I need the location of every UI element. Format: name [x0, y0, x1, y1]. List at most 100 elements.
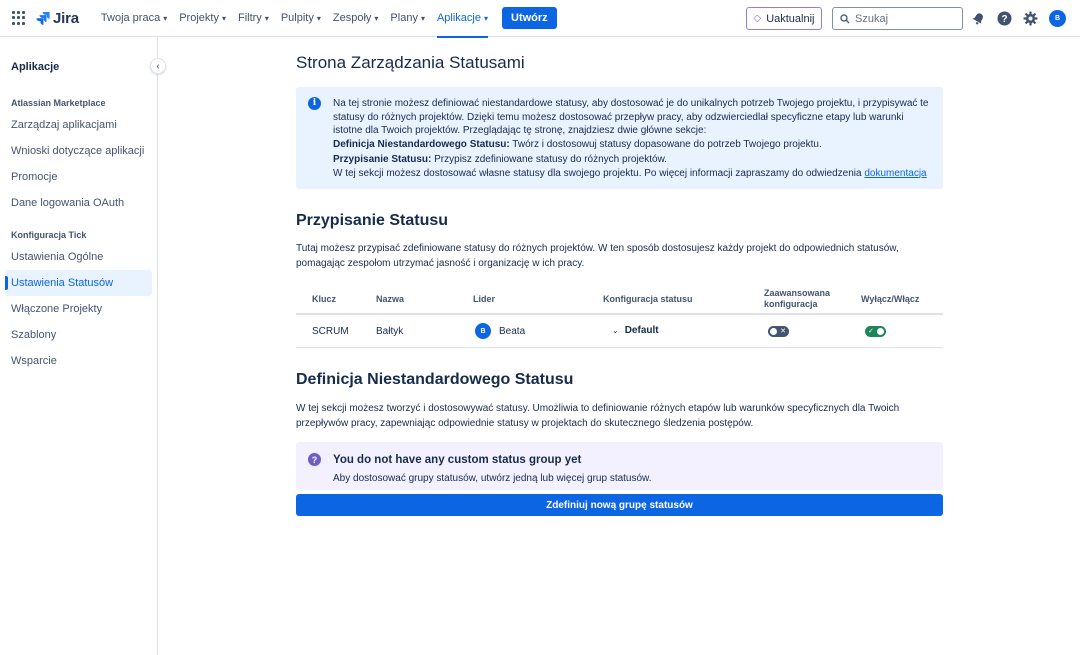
chevron-down-icon: ▾ — [420, 13, 425, 23]
info-icon: i — [308, 97, 321, 110]
nav-pulpity[interactable]: Pulpity ▾ — [275, 0, 327, 37]
sidebar-section-marketplace: Atlassian Marketplace — [11, 98, 106, 108]
documentation-link[interactable]: dokumentacja — [864, 168, 926, 179]
nav-label: Pulpity — [280, 12, 314, 24]
nav-label: Aplikacje — [436, 12, 481, 24]
status-config-select[interactable]: ⌄ Default — [612, 325, 659, 336]
column-advanced-config: Zaawansowana konfiguracja — [764, 288, 830, 310]
chevron-down-icon: ▾ — [374, 13, 379, 23]
sidebar-item-label: Zarządzaj aplikacjami — [11, 119, 117, 131]
empty-state-title: You do not have any custom status group … — [333, 454, 582, 466]
main-nav: Twoja praca ▾ Projekty ▾ Filtry ▾ Pulpity ▾ … — [95, 0, 557, 38]
info-assignment-label: Przypisanie Statusu: — [333, 154, 432, 165]
project-enable-toggle[interactable]: ✓ — [865, 326, 886, 337]
nav-label: Zespoły — [332, 12, 372, 24]
chevron-down-icon: ▾ — [484, 13, 489, 23]
project-lead: Beata — [499, 326, 526, 337]
projects-table: Klucz Nazwa Lider Konfiguracja statusu Z… — [296, 285, 943, 348]
sidebar-title: Aplikacje — [11, 61, 60, 73]
info-assignment-line: Przypisanie Statusu: Przypisz zdefiniowa… — [333, 153, 931, 167]
column-advanced-line2: konfiguracja — [764, 299, 818, 309]
sidebar-item-label: Szablony — [11, 329, 57, 341]
sidebar-item-label: Dane logowania OAuth — [11, 197, 125, 209]
sidebar-item-promotions[interactable]: Promocje — [5, 164, 152, 190]
custom-status-heading: Definicja Niestandardowego Statusu — [296, 371, 574, 388]
sidebar-item-label: Wsparcie — [11, 355, 57, 367]
sidebar-item-templates[interactable]: Szablony — [5, 322, 152, 348]
help-icon[interactable]: ? — [996, 10, 1012, 26]
gem-icon: ◇ — [753, 13, 762, 24]
nav-plany[interactable]: Plany ▾ — [384, 0, 431, 37]
lead-avatar: B — [475, 323, 491, 339]
chevron-down-icon: ▾ — [316, 13, 321, 23]
info-definition-line: Definicja Niestandardowego Statusu: Twór… — [333, 138, 931, 152]
svg-text:?: ? — [1001, 14, 1007, 25]
sidebar-item-enabled-projects[interactable]: Włączone Projekty — [5, 296, 152, 322]
chevron-down-icon: ⌄ — [612, 326, 619, 335]
project-name: Bałtyk — [376, 326, 404, 337]
sidebar-item-label: Włączone Projekty — [11, 303, 103, 315]
project-key: SCRUM — [312, 326, 349, 337]
jira-logo[interactable]: Jira — [36, 10, 79, 27]
column-name: Nazwa — [376, 294, 405, 304]
nav-label: Plany — [390, 12, 418, 24]
search-input[interactable]: Szukaj — [832, 7, 963, 30]
nav-label: Twoja praca — [100, 12, 161, 24]
empty-state-subtitle: Aby dostosować grupy statusów, utwórz je… — [333, 473, 652, 484]
collapse-sidebar-button[interactable]: ‹ — [150, 58, 166, 74]
sidebar-section-tick-config: Konfiguracja Tick — [11, 230, 87, 240]
column-toggle: Wyłącz/Włącz — [861, 294, 920, 304]
sidebar-item-support[interactable]: Wsparcie — [5, 348, 152, 374]
nav-label: Projekty — [179, 12, 219, 24]
create-button[interactable]: Utwórz — [502, 7, 557, 29]
assignment-heading: Przypisanie Statusu — [296, 212, 449, 229]
chevron-left-icon: ‹ — [156, 60, 160, 72]
cross-icon: ✕ — [780, 328, 786, 335]
sidebar-item-label: Promocje — [11, 171, 58, 183]
jira-logo-icon — [36, 12, 50, 25]
toggle-knob — [877, 328, 884, 335]
nav-twoja-praca[interactable]: Twoja praca ▾ — [95, 0, 173, 37]
table-header: Klucz Nazwa Lider Konfiguracja statusu Z… — [296, 285, 943, 315]
info-definition-label: Definicja Niestandardowego Statusu: — [333, 138, 510, 150]
info-panel: i Na tej stronie możesz definiować niest… — [296, 87, 943, 189]
search-placeholder: Szukaj — [855, 12, 889, 25]
info-definition-text: Twórz i dostosowuj statusy dopasowane do… — [509, 138, 822, 150]
search-icon — [840, 13, 850, 23]
settings-gear-icon[interactable] — [1022, 10, 1038, 26]
advanced-config-toggle[interactable]: ✕ — [768, 326, 789, 337]
info-intro: Na tej stronie możesz definiować niestan… — [333, 98, 929, 136]
info-assignment-text: Przypisz zdefiniowane statusy do różnych… — [431, 154, 668, 165]
sidebar-item-label: Ustawienia Statusów — [11, 277, 114, 289]
sidebar-item-oauth-credentials[interactable]: Dane logowania OAuth — [5, 190, 152, 216]
upgrade-label: Uaktualnij — [766, 12, 815, 25]
sidebar-item-label: Ustawienia Ogólne — [11, 251, 104, 263]
top-navigation: Jira Twoja praca ▾ Projekty ▾ Filtry ▾ Pulp… — [0, 0, 1080, 38]
upgrade-button[interactable]: ◇ Uaktualnij — [746, 7, 822, 30]
column-key: Klucz — [312, 294, 337, 304]
sidebar: Aplikacje Atlassian Marketplace Zarządza… — [0, 37, 158, 655]
empty-state-panel: ? You do not have any custom status grou… — [296, 442, 943, 490]
toggle-knob — [770, 328, 777, 335]
user-avatar[interactable]: B — [1049, 10, 1066, 27]
column-advanced-line1: Zaawansowana — [764, 288, 831, 298]
sidebar-item-manage-apps[interactable]: Zarządzaj aplikacjami — [5, 112, 152, 138]
nav-aplikacje[interactable]: Aplikacje ▾ — [431, 0, 494, 38]
nav-zespoly[interactable]: Zespoły ▾ — [327, 0, 385, 37]
page-title: Strona Zarządzania Statusami — [296, 53, 525, 72]
app-switcher-icon[interactable] — [12, 11, 26, 25]
status-config-value: Default — [624, 325, 659, 336]
nav-filtry[interactable]: Filtry ▾ — [232, 0, 275, 37]
nav-projekty[interactable]: Projekty ▾ — [173, 0, 232, 37]
app-name: Jira — [53, 9, 79, 27]
sidebar-item-app-requests[interactable]: Wnioski dotyczące aplikacji — [5, 138, 152, 164]
notifications-icon[interactable] — [970, 10, 986, 26]
info-more-line: W tej sekcji możesz dostosować własne st… — [333, 167, 931, 181]
sidebar-item-general-settings[interactable]: Ustawienia Ogólne — [5, 244, 152, 270]
sidebar-item-status-settings[interactable]: Ustawienia Statusów — [5, 270, 152, 296]
sidebar-item-label: Wnioski dotyczące aplikacji — [11, 145, 145, 157]
chevron-down-icon: ▾ — [163, 13, 168, 23]
define-status-group-button[interactable]: Zdefiniuj nową grupę statusów — [296, 494, 943, 516]
assignment-description: Tutaj możesz przypisać zdefiniowane stat… — [296, 243, 899, 269]
check-icon: ✓ — [868, 328, 874, 335]
